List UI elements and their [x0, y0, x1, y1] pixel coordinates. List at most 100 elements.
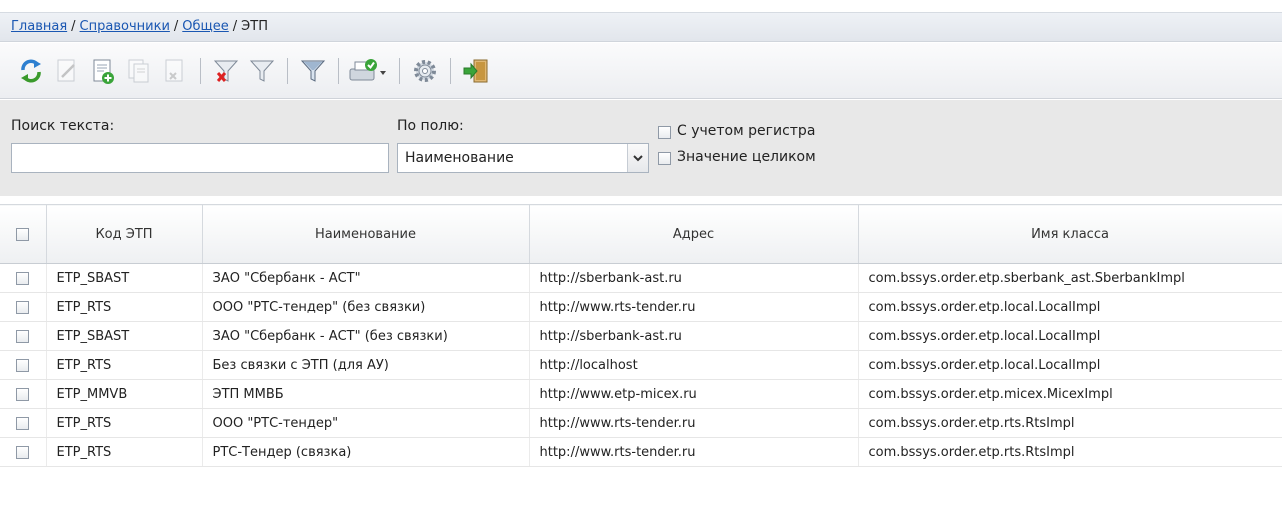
table-row[interactable]: ETP_SBAST ЗАО "Сбербанк - АСТ" (без связ…	[0, 321, 1282, 351]
add-icon	[93, 59, 114, 84]
column-header-class[interactable]: Имя класса	[858, 204, 1282, 264]
add-button[interactable]	[86, 54, 120, 88]
cell-class: com.bssys.order.etp.local.LocalImpl	[858, 292, 1282, 322]
breadcrumb-dictionaries-link[interactable]: Справочники	[80, 19, 170, 34]
search-field-select[interactable]: Наименование	[397, 143, 649, 173]
row-select-cell	[0, 379, 47, 409]
exit-button[interactable]	[459, 54, 493, 88]
cell-code: ETP_SBAST	[46, 263, 203, 293]
row-checkbox[interactable]	[16, 358, 30, 372]
refresh-button[interactable]	[14, 54, 48, 88]
breadcrumb: Главная / Справочники / Общее / ЭТП	[0, 12, 1282, 42]
cell-address: http://www.rts-tender.ru	[529, 437, 859, 467]
print-export-icon	[349, 58, 386, 80]
case-sensitive-checkbox[interactable]	[658, 126, 671, 139]
cell-name: Без связки с ЭТП (для АУ)	[202, 350, 530, 380]
cell-class: com.bssys.order.etp.rts.RtsImpl	[858, 408, 1282, 438]
whole-value-checkbox[interactable]	[658, 152, 671, 165]
row-select-cell	[0, 437, 47, 467]
toolbar-separator	[338, 57, 339, 84]
breadcrumb-current: ЭТП	[241, 19, 268, 34]
toolbar	[0, 43, 1282, 99]
cell-code: ETP_SBAST	[46, 321, 203, 351]
table-row[interactable]: ETP_MMVB ЭТП ММВБ http://www.etp-micex.r…	[0, 379, 1282, 409]
settings-icon	[414, 59, 436, 82]
select-all-checkbox[interactable]	[16, 227, 30, 241]
cell-class: com.bssys.order.etp.local.LocalImpl	[858, 350, 1282, 380]
column-header-address[interactable]: Адрес	[529, 204, 859, 264]
breadcrumb-separator: /	[173, 19, 179, 34]
toolbar-separator	[287, 57, 288, 84]
breadcrumb-general-link[interactable]: Общее	[182, 19, 229, 34]
filter-apply-button[interactable]	[296, 54, 330, 88]
search-field-value: Наименование	[405, 150, 514, 166]
row-select-cell	[0, 350, 47, 380]
row-select-cell	[0, 408, 47, 438]
column-header-name[interactable]: Наименование	[202, 204, 530, 264]
cell-name: РТС-Тендер (связка)	[202, 437, 530, 467]
column-header-code[interactable]: Код ЭТП	[46, 204, 203, 264]
toolbar-separator	[399, 57, 400, 84]
cell-class: com.bssys.order.etp.micex.MicexImpl	[858, 379, 1282, 409]
row-checkbox[interactable]	[16, 416, 30, 430]
delete-button[interactable]	[158, 54, 192, 88]
table-row[interactable]: ETP_RTS Без связки с ЭТП (для АУ) http:/…	[0, 350, 1282, 380]
cell-address: http://www.rts-tender.ru	[529, 292, 859, 322]
cell-class: com.bssys.order.etp.rts.RtsImpl	[858, 437, 1282, 467]
table-row[interactable]: ETP_RTS ООО "РТС-тендер" (без связки) ht…	[0, 292, 1282, 322]
cell-address: http://www.etp-micex.ru	[529, 379, 859, 409]
row-select-cell	[0, 321, 47, 351]
cell-name: ЭТП ММВБ	[202, 379, 530, 409]
grid-header-row: Код ЭТП Наименование Адрес Имя класса	[0, 204, 1282, 264]
toolbar-separator	[450, 57, 451, 84]
refresh-icon	[21, 59, 41, 82]
copy-icon	[128, 59, 149, 82]
cell-address: http://sberbank-ast.ru	[529, 263, 859, 293]
clear-filter-button[interactable]	[209, 54, 243, 88]
cell-address: http://localhost	[529, 350, 859, 380]
filter-icon	[249, 60, 275, 82]
copy-button[interactable]	[122, 54, 156, 88]
breadcrumb-separator: /	[71, 19, 76, 34]
search-input[interactable]	[11, 143, 389, 173]
data-grid: Код ЭТП Наименование Адрес Имя класса ET…	[0, 204, 1282, 467]
cell-class: com.bssys.order.etp.local.LocalImpl	[858, 321, 1282, 351]
table-row[interactable]: ETP_RTS РТС-Тендер (связка) http://www.r…	[0, 437, 1282, 467]
cell-address: http://www.rts-tender.ru	[529, 408, 859, 438]
chevron-down-icon[interactable]	[627, 144, 648, 172]
cell-address: http://sberbank-ast.ru	[529, 321, 859, 351]
row-checkbox[interactable]	[16, 329, 30, 343]
edit-icon	[57, 59, 75, 81]
case-sensitive-label: С учетом регистра	[677, 123, 816, 139]
filter-button[interactable]	[245, 54, 279, 88]
header-select-all	[0, 204, 47, 264]
cell-name: ООО "РТС-тендер"	[202, 408, 530, 438]
exit-icon	[463, 59, 488, 82]
print-export-button[interactable]	[347, 54, 391, 88]
row-checkbox[interactable]	[16, 300, 30, 314]
table-row[interactable]: ETP_SBAST ЗАО "Сбербанк - АСТ" http://sb…	[0, 263, 1282, 293]
row-select-cell	[0, 263, 47, 293]
table-row[interactable]: ETP_RTS ООО "РТС-тендер" http://www.rts-…	[0, 408, 1282, 438]
row-checkbox[interactable]	[16, 271, 30, 285]
row-checkbox[interactable]	[16, 387, 30, 401]
cell-code: ETP_MMVB	[46, 379, 203, 409]
whole-value-label: Значение целиком	[677, 149, 816, 165]
row-select-cell	[0, 292, 47, 322]
cell-code: ETP_RTS	[46, 408, 203, 438]
edit-button[interactable]	[50, 54, 84, 88]
filter-apply-icon	[300, 60, 326, 82]
cell-name: ЗАО "Сбербанк - АСТ" (без связки)	[202, 321, 530, 351]
search-field-label: По полю:	[397, 118, 464, 134]
search-text-label: Поиск текста:	[11, 118, 115, 134]
cell-code: ETP_RTS	[46, 350, 203, 380]
row-checkbox[interactable]	[16, 445, 30, 459]
cell-code: ETP_RTS	[46, 292, 203, 322]
cell-code: ETP_RTS	[46, 437, 203, 467]
clear-filter-icon	[213, 60, 239, 82]
settings-button[interactable]	[408, 54, 442, 88]
cell-name: ООО "РТС-тендер" (без связки)	[202, 292, 530, 322]
cell-class: com.bssys.order.etp.sberbank_ast.Sberban…	[858, 263, 1282, 293]
breadcrumb-separator: /	[232, 19, 238, 34]
breadcrumb-home-link[interactable]: Главная	[11, 19, 67, 34]
